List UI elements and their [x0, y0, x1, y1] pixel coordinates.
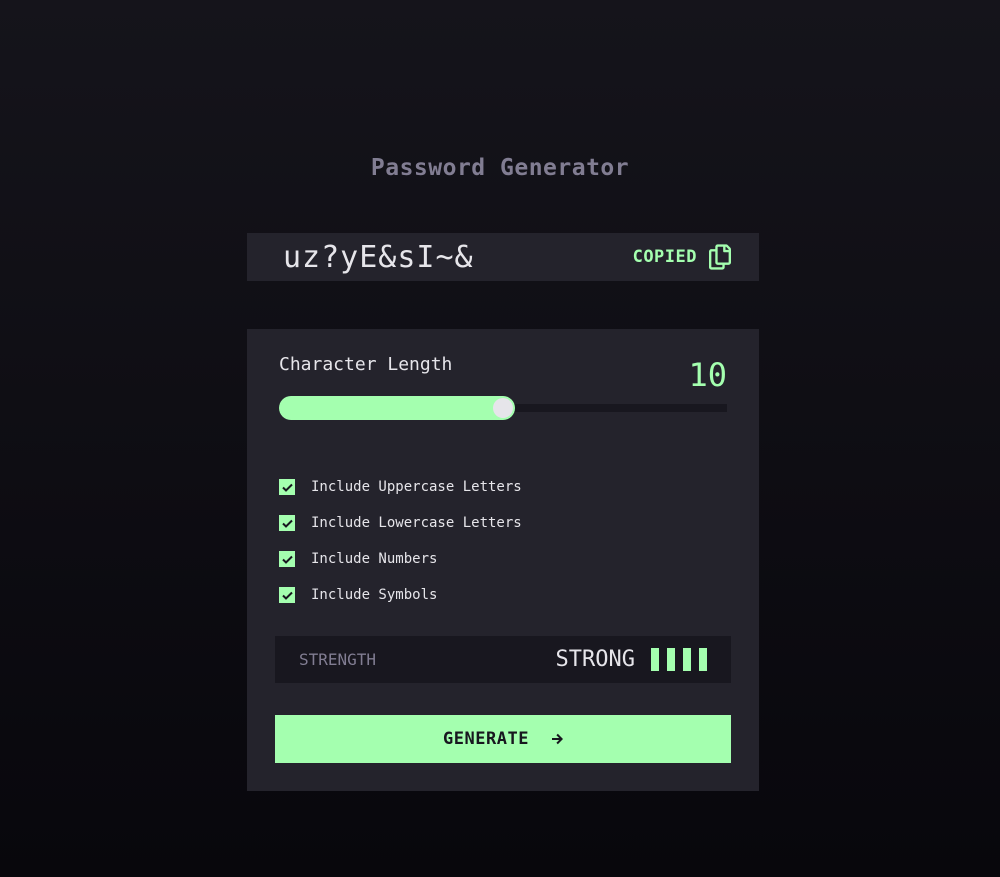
symbols-checkbox[interactable] — [279, 587, 295, 603]
option-label: Include Uppercase Letters — [311, 479, 522, 495]
length-slider[interactable] — [279, 396, 727, 420]
copy-button[interactable]: COPIED — [633, 244, 731, 270]
strength-label: STRENGTH — [299, 650, 377, 669]
option-uppercase[interactable]: Include Uppercase Letters — [279, 469, 522, 505]
generate-label: GENERATE — [443, 729, 529, 749]
copied-label: COPIED — [632, 247, 697, 267]
strength-bar — [667, 648, 675, 671]
character-length-label: Character Length — [279, 354, 453, 375]
character-length-value: 10 — [688, 356, 727, 394]
strength-bar — [699, 648, 707, 671]
option-numbers[interactable]: Include Numbers — [279, 541, 522, 577]
strength-value: STRONG — [555, 647, 635, 672]
uppercase-checkbox[interactable] — [279, 479, 295, 495]
option-label: Include Symbols — [311, 587, 438, 603]
strength-bar — [651, 648, 659, 671]
lowercase-checkbox[interactable] — [279, 515, 295, 531]
option-symbols[interactable]: Include Symbols — [279, 577, 522, 613]
strength-indicator: STRONG — [556, 647, 707, 672]
strength-bars — [651, 648, 707, 671]
page-title: Password Generator — [370, 155, 630, 181]
check-icon — [281, 519, 293, 528]
generate-button[interactable]: GENERATE — [275, 715, 731, 763]
password-display: uz?yE&sI~& COPIED — [247, 233, 759, 281]
generator-card: Character Length 10 Include Uppercase Le… — [247, 329, 759, 791]
options-list: Include Uppercase Letters Include Lowerc… — [279, 469, 522, 613]
slider-fill — [279, 396, 515, 420]
copy-icon[interactable] — [709, 244, 731, 270]
slider-thumb[interactable] — [493, 398, 513, 418]
strength-meter: STRENGTH STRONG — [275, 636, 731, 683]
password-text: uz?yE&sI~& — [283, 239, 474, 275]
strength-bar — [683, 648, 691, 671]
check-icon — [281, 555, 293, 564]
numbers-checkbox[interactable] — [279, 551, 295, 567]
check-icon — [281, 483, 293, 492]
check-icon — [281, 591, 293, 600]
option-label: Include Numbers — [311, 551, 438, 567]
arrow-right-icon — [551, 733, 563, 745]
option-label: Include Lowercase Letters — [311, 515, 522, 531]
option-lowercase[interactable]: Include Lowercase Letters — [279, 505, 522, 541]
